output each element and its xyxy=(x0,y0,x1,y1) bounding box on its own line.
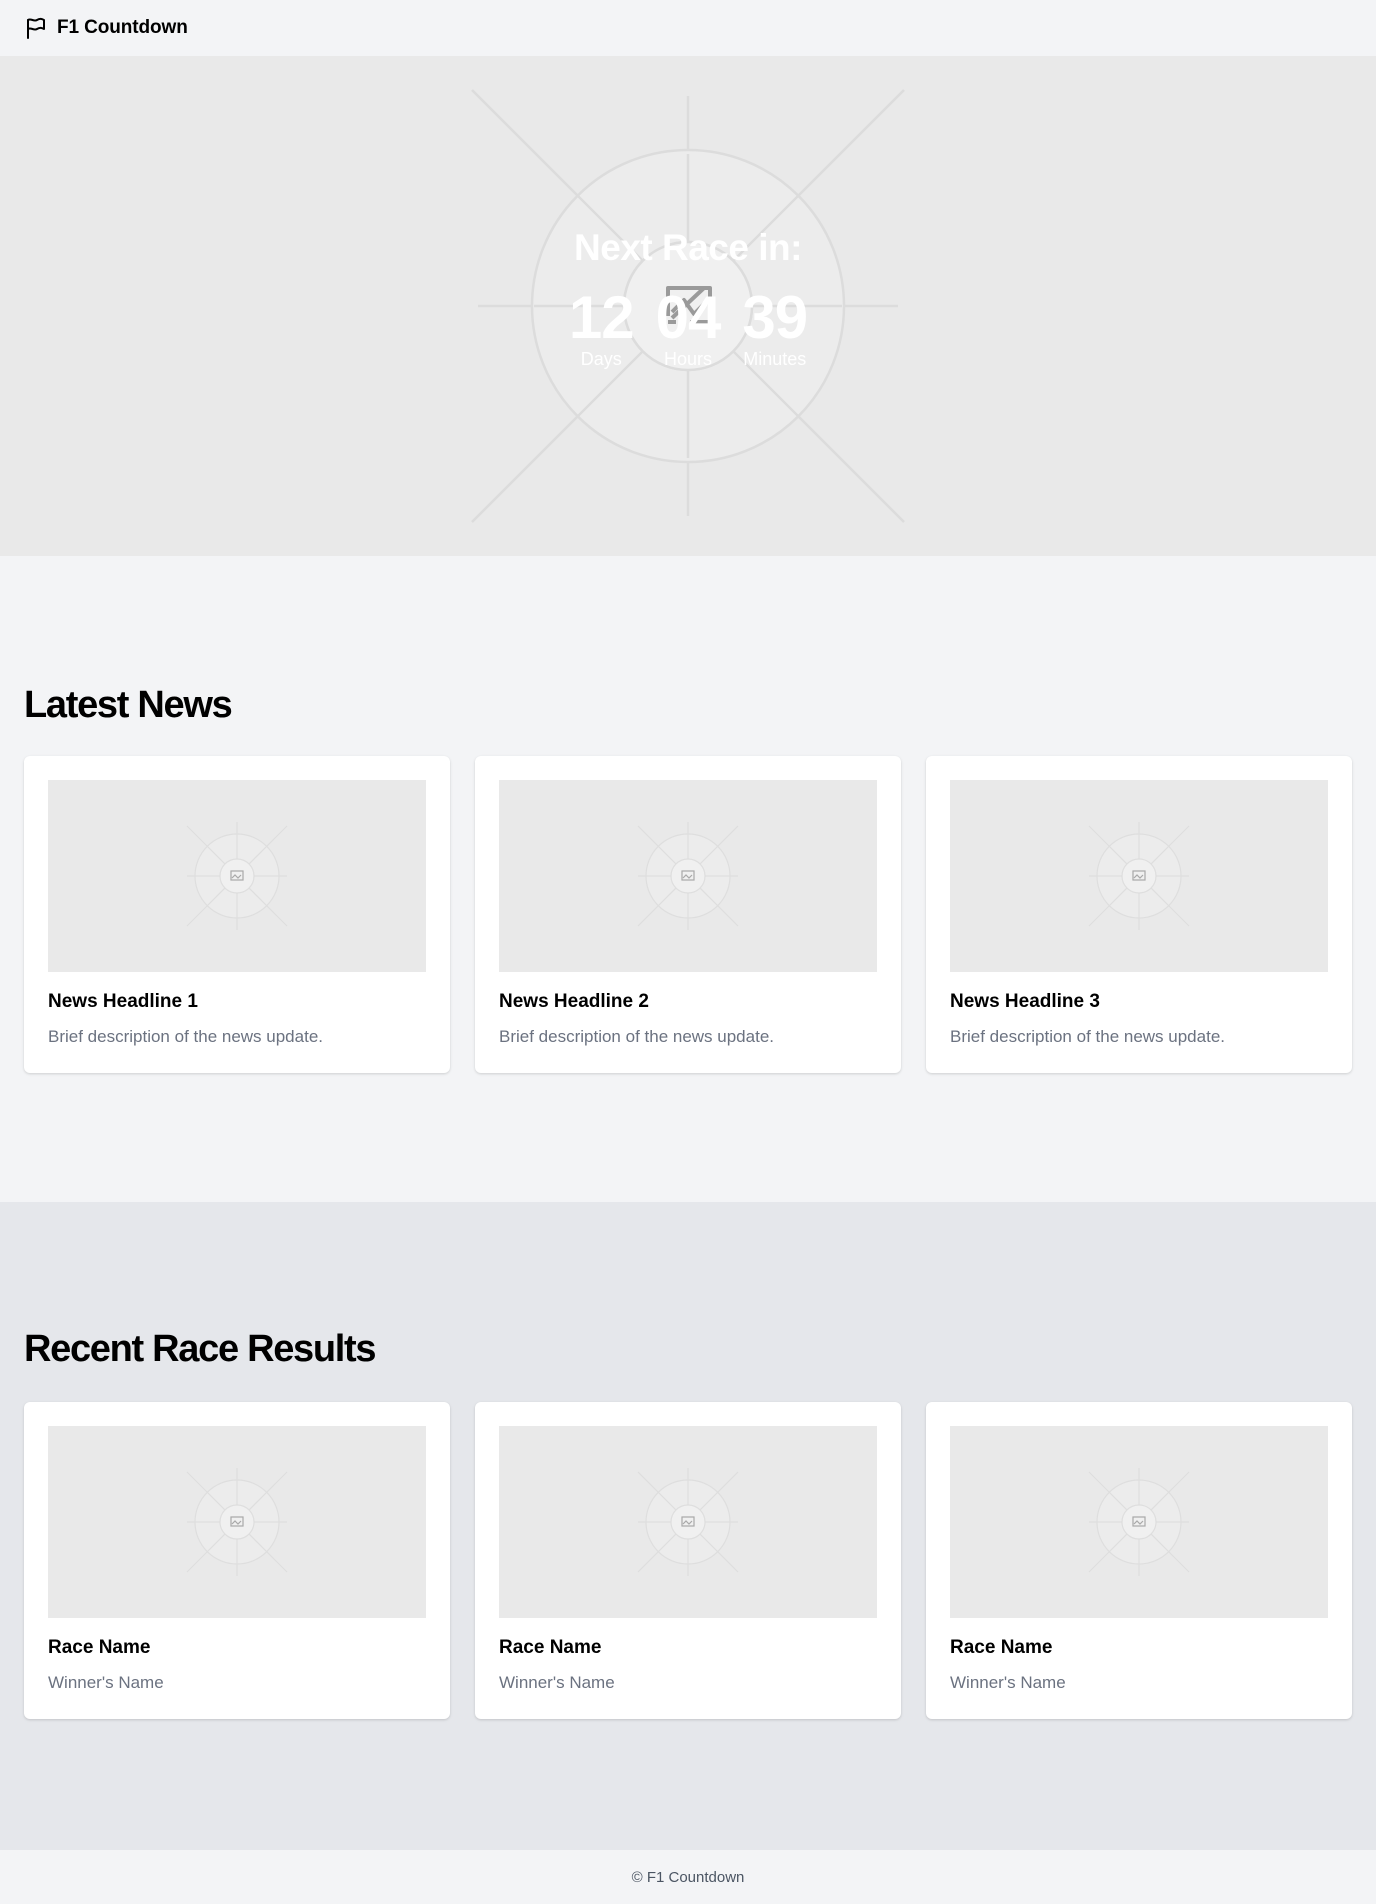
race-result-card[interactable]: Race Name Winner's Name xyxy=(926,1402,1352,1719)
race-result-card[interactable]: Race Name Winner's Name xyxy=(475,1402,901,1719)
footer-copyright: © F1 Countdown xyxy=(631,1868,745,1886)
results-cards: Race Name Winner's Name Race Name Winner… xyxy=(24,1402,1352,1719)
news-description: Brief description of the news update. xyxy=(950,1027,1225,1046)
news-image-placeholder xyxy=(499,780,877,972)
brand-name: F1 Countdown xyxy=(57,17,188,38)
countdown-label: Days xyxy=(580,349,622,369)
hero-countdown: Next Race in: 12 Days 04 Hours 39 Minute… xyxy=(0,56,1376,556)
race-image-placeholder xyxy=(950,1426,1328,1618)
news-card[interactable]: News Headline 3 Brief description of the… xyxy=(926,756,1352,1073)
countdown-hours: 04 Hours xyxy=(655,284,722,370)
section-title-results: Recent Race Results xyxy=(24,1328,377,1370)
hero-title: Next Race in: xyxy=(574,227,802,268)
hero-content: Next Race in: 12 Days 04 Hours 39 Minute… xyxy=(0,56,1376,556)
countdown-label: Minutes xyxy=(743,349,807,369)
news-headline: News Headline 3 xyxy=(950,991,1100,1012)
countdown-value: 12 xyxy=(568,284,635,351)
race-name: Race Name xyxy=(950,1637,1053,1658)
news-card[interactable]: News Headline 1 Brief description of the… xyxy=(24,756,450,1073)
news-cards: News Headline 1 Brief description of the… xyxy=(24,756,1352,1073)
race-winner: Winner's Name xyxy=(499,1673,615,1692)
news-image-placeholder xyxy=(950,780,1328,972)
race-image-placeholder xyxy=(48,1426,426,1618)
news-headline: News Headline 1 xyxy=(48,991,198,1012)
news-image-placeholder xyxy=(48,780,426,972)
countdown-value: 39 xyxy=(742,284,808,351)
section-title-news: Latest News xyxy=(24,684,233,726)
race-name: Race Name xyxy=(48,1637,151,1658)
countdown-days: 12 Days xyxy=(568,284,635,370)
countdown-value: 04 xyxy=(655,284,722,351)
countdown-label: Hours xyxy=(663,349,712,369)
race-results-section: Recent Race Results Race Name Winner's N… xyxy=(0,1202,1376,1850)
latest-news-section: Latest News News Headline 1 Brief descri… xyxy=(0,556,1376,1202)
news-card[interactable]: News Headline 2 Brief description of the… xyxy=(475,756,901,1073)
brand-link[interactable]: F1 Countdown xyxy=(24,16,188,40)
news-headline: News Headline 2 xyxy=(499,991,649,1012)
countdown-minutes: 39 Minutes xyxy=(742,284,808,370)
news-description: Brief description of the news update. xyxy=(48,1027,323,1046)
race-winner: Winner's Name xyxy=(48,1673,164,1692)
countdown-timer: 12 Days 04 Hours 39 Minutes xyxy=(0,288,1376,370)
race-name: Race Name xyxy=(499,1637,602,1658)
race-winner: Winner's Name xyxy=(950,1673,1066,1692)
site-header: F1 Countdown xyxy=(0,0,1376,56)
site-footer: © F1 Countdown xyxy=(0,1850,1376,1904)
news-description: Brief description of the news update. xyxy=(499,1027,774,1046)
flag-icon xyxy=(27,17,45,39)
race-result-card[interactable]: Race Name Winner's Name xyxy=(24,1402,450,1719)
race-image-placeholder xyxy=(499,1426,877,1618)
